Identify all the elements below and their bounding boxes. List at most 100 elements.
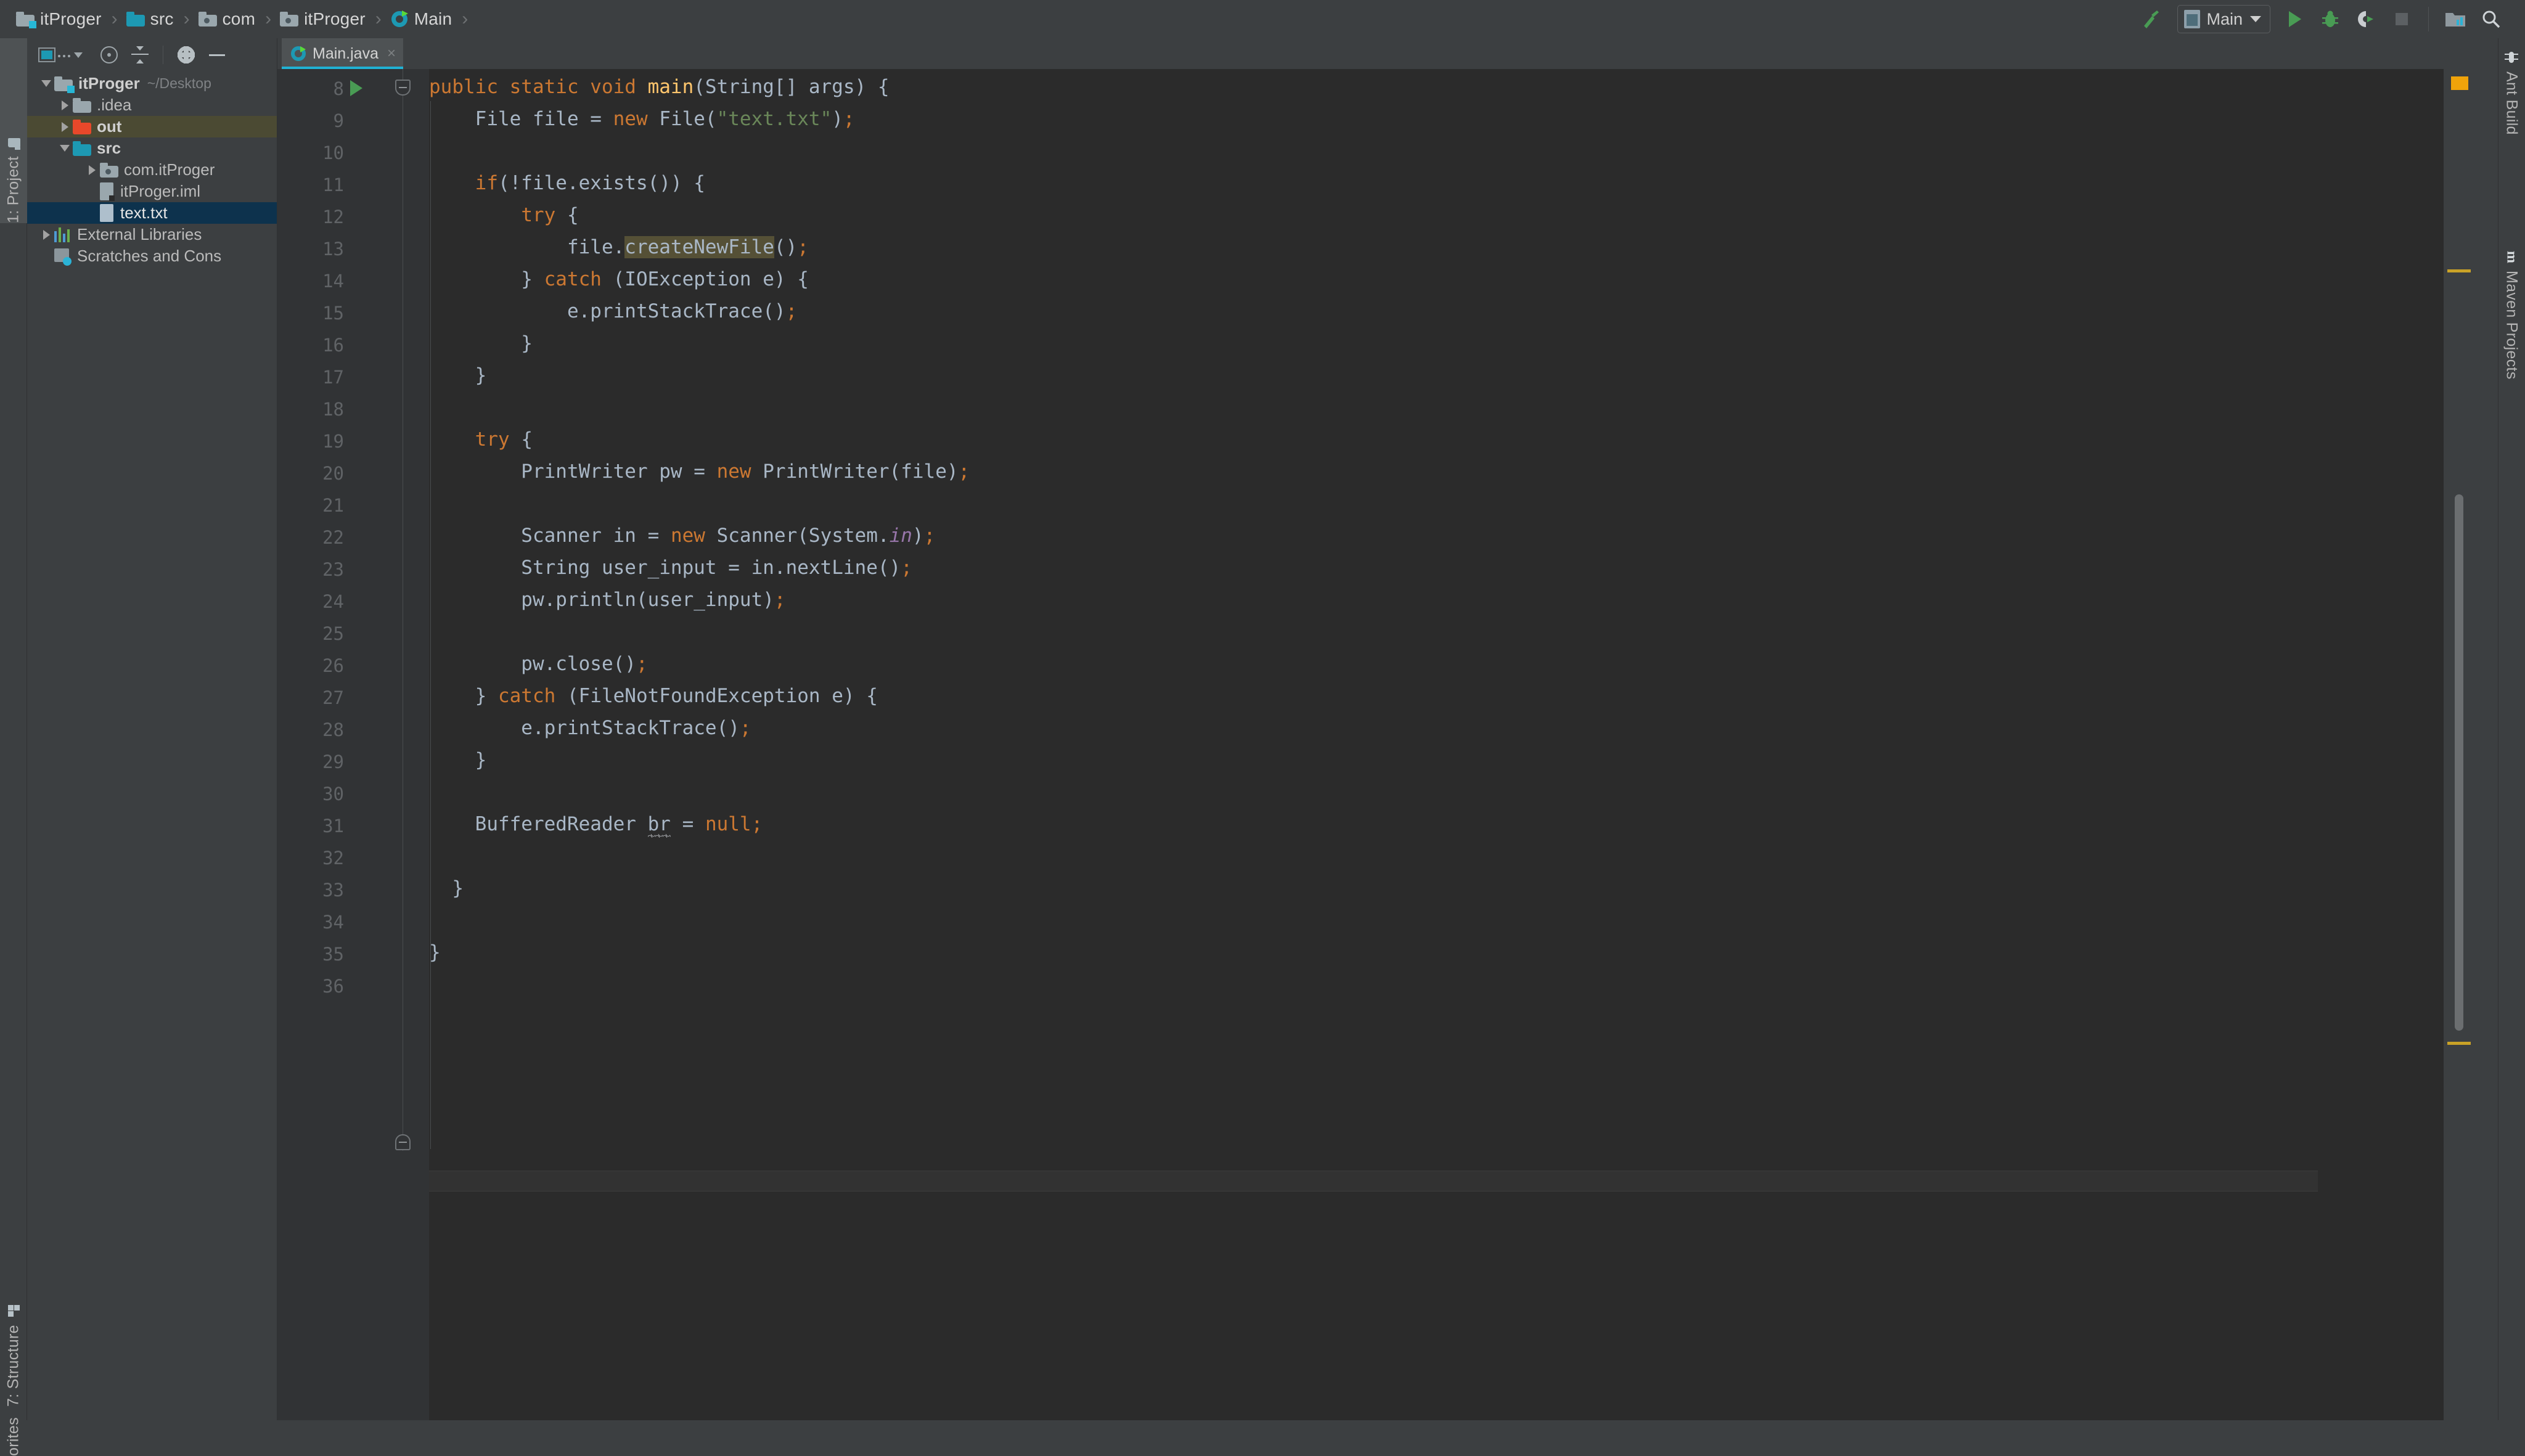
- close-icon[interactable]: ×: [387, 45, 396, 62]
- breadcrumb-item-main[interactable]: Main: [390, 0, 452, 38]
- tree-node-out[interactable]: out: [27, 116, 277, 137]
- java-class-icon: [290, 46, 306, 62]
- tool-tab-label: 1: Project: [5, 156, 23, 223]
- run-with-coverage-button[interactable]: [2348, 1, 2384, 37]
- chevron-right-icon[interactable]: [57, 94, 73, 116]
- editor-scrollbar-thumb[interactable]: [2455, 494, 2463, 1031]
- line-number: 24: [277, 591, 344, 612]
- right-tool-strip: Ant Build m Maven Projects: [2498, 38, 2525, 1420]
- search-icon: [2481, 9, 2502, 30]
- run-button[interactable]: [2277, 1, 2312, 37]
- code-editor[interactable]: 8 9 10 11 12 13 14 15 16 17 18 19 20 21 …: [277, 69, 2476, 1420]
- left-tool-strip: 1: Project 7: Structure orites: [0, 38, 27, 1420]
- tree-node-itproger-iml[interactable]: itProger.iml: [27, 181, 277, 202]
- chevron-right-icon[interactable]: [57, 116, 73, 137]
- settings-button[interactable]: [171, 41, 202, 68]
- sidebar-item-ant-build[interactable]: Ant Build: [2498, 44, 2525, 229]
- line-number: 29: [277, 751, 344, 772]
- breadcrumb-item-src[interactable]: src: [126, 0, 174, 38]
- fold-marker-icon[interactable]: [395, 80, 411, 96]
- structure-icon: [7, 1305, 20, 1319]
- tree-node-src[interactable]: src: [27, 137, 277, 159]
- sidebar-item-maven-projects[interactable]: m Maven Projects: [2498, 245, 2525, 467]
- editor-marker-bar[interactable]: [2444, 69, 2476, 1420]
- hide-button[interactable]: [202, 41, 232, 68]
- code-line-12: try {: [429, 207, 2476, 223]
- editor-gutter[interactable]: 8 9 10 11 12 13 14 15 16 17 18 19 20 21 …: [277, 69, 429, 1420]
- code-text[interactable]: public static void main(String[] args) {…: [429, 69, 2476, 1420]
- tree-node-path: ~/Desktop: [147, 75, 211, 92]
- package-folder-icon: [100, 163, 118, 178]
- chevron-down-icon[interactable]: [38, 73, 54, 94]
- collapse-all-button[interactable]: [125, 41, 155, 68]
- breadcrumb-label: itProger: [304, 9, 366, 29]
- breadcrumb-item-itproger[interactable]: itProger: [280, 0, 366, 38]
- tree-node-com-itproger[interactable]: com.itProger: [27, 159, 277, 181]
- tree-node-external-libraries[interactable]: External Libraries: [27, 224, 277, 245]
- breadcrumb-separator: ›: [112, 9, 118, 30]
- line-number: 18: [277, 399, 344, 420]
- show-options-button[interactable]: [38, 41, 83, 68]
- chevron-right-icon[interactable]: [38, 224, 54, 245]
- project-structure-button[interactable]: [2437, 1, 2473, 37]
- line-number: 33: [277, 880, 344, 901]
- tree-node-itproger[interactable]: itProger ~/Desktop: [27, 73, 277, 94]
- line-number: 31: [277, 816, 344, 836]
- line-number: 15: [277, 303, 344, 324]
- collapse-all-icon: [131, 46, 149, 63]
- project-panel-toolbar: [27, 38, 277, 72]
- tree-node-label: itProger.iml: [120, 182, 200, 201]
- iml-file-icon: [100, 182, 115, 201]
- build-button[interactable]: [2133, 1, 2169, 37]
- line-number: 22: [277, 527, 344, 548]
- code-line-18: [429, 399, 2476, 415]
- stop-button[interactable]: [2384, 1, 2420, 37]
- warning-marker[interactable]: [2447, 269, 2471, 272]
- debug-button[interactable]: [2312, 1, 2348, 37]
- fold-marker-icon[interactable]: [395, 1134, 411, 1150]
- project-folder-icon: [54, 76, 73, 91]
- run-gutter-icon[interactable]: [350, 80, 362, 96]
- code-line-34: [429, 912, 2476, 928]
- line-number: 25: [277, 623, 344, 644]
- chevron-down-icon[interactable]: [57, 137, 73, 159]
- run-config-label: Main: [2206, 10, 2243, 29]
- line-number: 9: [277, 110, 344, 131]
- code-line-21: [429, 496, 2476, 512]
- breadcrumb-item-com[interactable]: com: [198, 0, 256, 38]
- search-everywhere-button[interactable]: [2473, 1, 2509, 37]
- gear-icon: [178, 46, 195, 63]
- line-number: 30: [277, 783, 344, 804]
- code-line-8: public static void main(String[] args) {: [429, 79, 2476, 95]
- tree-node-idea[interactable]: .idea: [27, 94, 277, 116]
- chevron-right-icon[interactable]: [84, 159, 100, 181]
- run-configuration-selector[interactable]: Main: [2177, 5, 2270, 33]
- tree-node-scratches[interactable]: Scratches and Cons: [27, 245, 277, 267]
- breadcrumb-item-project[interactable]: itProger: [16, 0, 102, 38]
- tool-tab-label: Ant Build: [2503, 72, 2521, 135]
- code-line-11: if(!file.exists()) {: [429, 175, 2476, 191]
- sidebar-item-project[interactable]: 1: Project: [0, 38, 27, 223]
- line-number: 13: [277, 239, 344, 260]
- line-number: 17: [277, 367, 344, 388]
- minus-icon: [209, 54, 225, 56]
- code-line-27: } catch (FileNotFoundException e) {: [429, 688, 2476, 704]
- line-number: 16: [277, 335, 344, 356]
- tree-node-text-txt[interactable]: text.txt: [27, 202, 277, 224]
- tree-node-label: .idea: [97, 96, 131, 115]
- editor-tab-main-java[interactable]: Main.java ×: [282, 38, 403, 69]
- breadcrumb-separator: ›: [462, 9, 468, 30]
- scroll-to-source-button[interactable]: [94, 41, 125, 68]
- tree-node-label: out: [97, 117, 121, 136]
- project-tree: itProger ~/Desktop .idea out src com.itP…: [27, 72, 277, 267]
- caret-marker[interactable]: [2447, 1042, 2471, 1045]
- editor-tab-label: Main.java: [313, 45, 379, 63]
- java-class-icon: [390, 10, 409, 28]
- breadcrumb-separator: ›: [184, 9, 190, 30]
- breadcrumb-separator: ›: [265, 9, 271, 30]
- line-number: 12: [277, 207, 344, 227]
- status-badge[interactable]: [2451, 76, 2468, 90]
- source-folder-icon: [73, 141, 91, 156]
- play-icon: [2284, 9, 2305, 30]
- sidebar-item-favorites[interactable]: orites: [0, 1351, 27, 1456]
